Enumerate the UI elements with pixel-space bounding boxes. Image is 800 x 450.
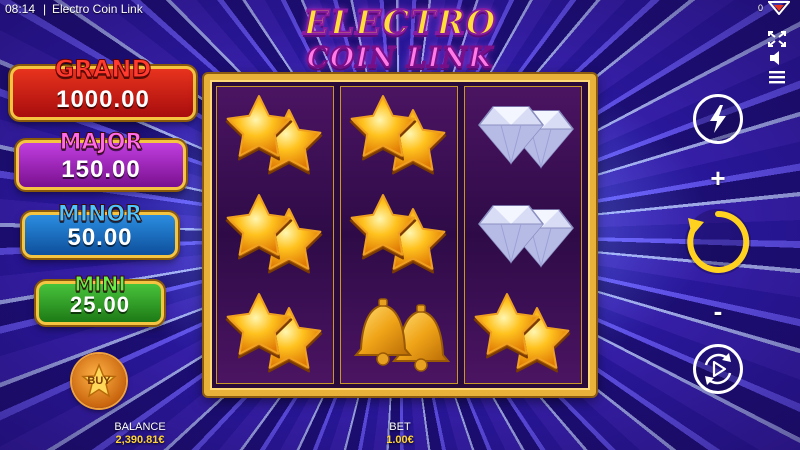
symbol-star bbox=[341, 186, 459, 285]
balance-label: BALANCE bbox=[114, 421, 166, 433]
reel-grid bbox=[204, 74, 596, 396]
autoplay-icon bbox=[704, 353, 732, 385]
jackpot-mini-amount: 25.00 bbox=[69, 292, 131, 317]
fullscreen-icon[interactable] bbox=[767, 30, 787, 48]
jackpot-major-amount: 150.00 bbox=[61, 156, 141, 183]
bet-label: BET bbox=[389, 421, 411, 433]
logo-line-2: COIN LINK bbox=[306, 41, 494, 75]
bell-icon bbox=[353, 298, 451, 372]
jackpot-grand-amount: 1000.00 bbox=[56, 86, 150, 113]
bet-decrease-button[interactable]: - bbox=[703, 296, 733, 327]
bet-value: 1.00€ bbox=[386, 434, 414, 446]
jackpot-major: MAJOR 150.00 bbox=[16, 130, 186, 190]
game-logo: ELECTRO COIN LINK bbox=[300, 3, 500, 80]
provider-logo-icon bbox=[768, 1, 790, 15]
diamond-icon bbox=[478, 106, 574, 169]
star-icon bbox=[225, 95, 323, 175]
menu-icon[interactable] bbox=[768, 70, 786, 84]
jackpot-grand-name: GRAND bbox=[54, 55, 152, 83]
logo-line-1: ELECTRO bbox=[303, 3, 497, 43]
symbol-star bbox=[217, 285, 335, 384]
notification-count: 0 bbox=[758, 3, 764, 13]
balance-value: 2,390.81€ bbox=[115, 434, 165, 446]
symbol-diamond bbox=[465, 87, 583, 186]
buy-feature-button[interactable]: BUY bbox=[72, 354, 126, 408]
jackpot-major-name: MAJOR bbox=[59, 130, 143, 155]
star-icon bbox=[225, 194, 323, 274]
star-icon bbox=[473, 293, 571, 373]
jackpot-minor: MINOR 50.00 bbox=[22, 202, 178, 258]
jackpot-grand: GRAND 1000.00 bbox=[10, 57, 196, 120]
turbo-icon bbox=[710, 105, 726, 133]
autoplay-button[interactable] bbox=[693, 344, 743, 394]
turbo-button[interactable] bbox=[693, 94, 743, 144]
title-separator: | bbox=[43, 2, 47, 16]
symbol-star bbox=[341, 87, 459, 186]
buy-label: BUY bbox=[87, 375, 111, 387]
star-icon bbox=[349, 95, 447, 175]
reel-3 bbox=[464, 86, 582, 384]
symbol-star bbox=[217, 87, 335, 186]
symbol-diamond bbox=[465, 186, 583, 285]
spin-icon[interactable] bbox=[682, 206, 754, 278]
jackpot-minor-amount: 50.00 bbox=[67, 224, 133, 251]
star-icon bbox=[225, 293, 323, 373]
game-title: Electro Coin Link bbox=[52, 2, 143, 16]
jackpot-mini: MINI 25.00 bbox=[36, 272, 164, 325]
star-icon bbox=[349, 194, 447, 274]
bet-increase-button[interactable]: + bbox=[703, 163, 733, 194]
symbol-star bbox=[465, 285, 583, 384]
sound-icon[interactable] bbox=[768, 50, 786, 66]
reel-2 bbox=[340, 86, 458, 384]
clock: 08:14 bbox=[5, 2, 36, 16]
symbol-star bbox=[217, 186, 335, 285]
symbol-bell bbox=[341, 285, 459, 384]
reel-1 bbox=[216, 86, 334, 384]
diamond-icon bbox=[478, 205, 574, 268]
